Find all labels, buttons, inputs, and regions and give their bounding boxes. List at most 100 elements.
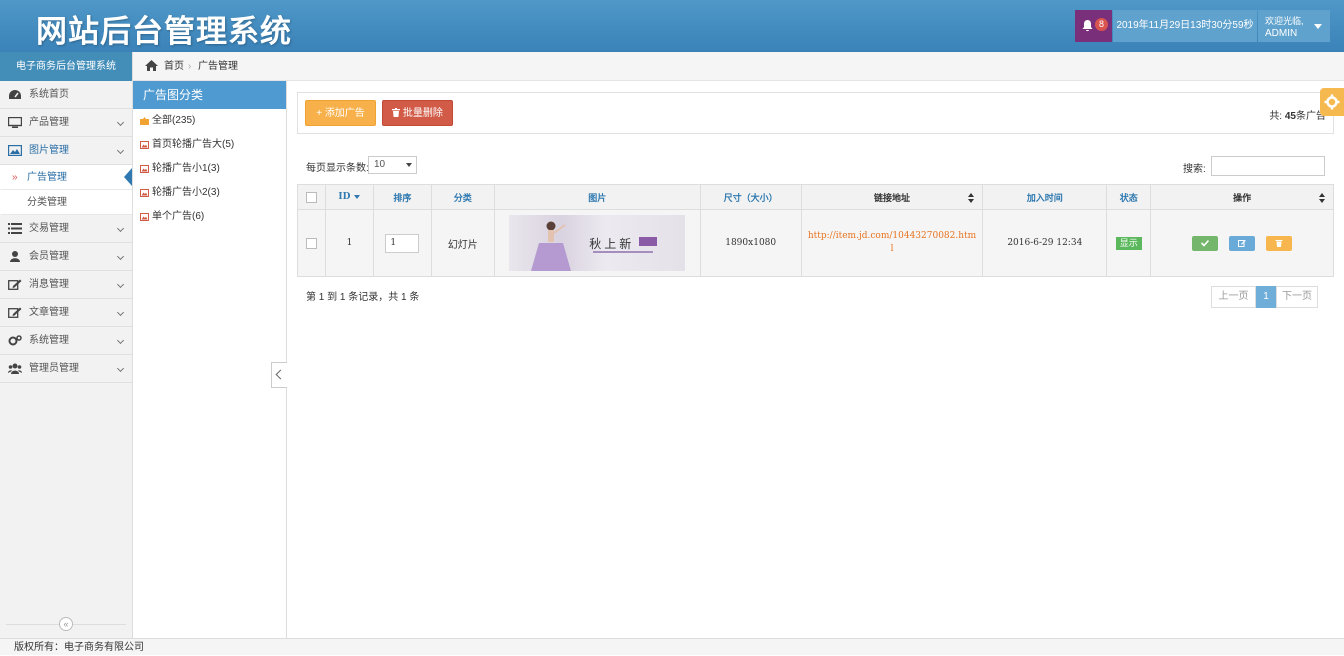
column-header-status: 状态 (1106, 184, 1152, 210)
category-item-label: 全部(235) (152, 115, 196, 126)
sidebar-item-messages[interactable]: 消息管理 (0, 271, 132, 299)
breadcrumb-home-link[interactable]: 首页 (164, 52, 184, 81)
cell-order: 1 (372, 209, 432, 277)
sidebar-item-label: 会员管理 (29, 251, 69, 262)
status-badge: 显示 (1115, 236, 1142, 250)
column-header-category: 分类 (430, 184, 495, 210)
check-icon (1201, 239, 1210, 247)
cell-actions (1150, 209, 1334, 277)
batch-delete-button[interactable]: 批量删除 (382, 100, 453, 126)
cell-status: 显示 (1106, 209, 1152, 277)
sidebar-subitem-category-management[interactable]: 分类管理 (0, 190, 132, 215)
plus-icon: + (316, 108, 325, 119)
chevron-left-icon (275, 369, 286, 380)
notification-button[interactable]: 8 (1075, 10, 1112, 42)
ad-link[interactable]: http://item.jd.com/10443270082.html (802, 230, 983, 256)
dashboard-icon (9, 90, 21, 99)
chevron-down-icon (116, 118, 125, 127)
user-menu[interactable]: 欢迎光临, ADMIN (1258, 10, 1330, 42)
category-panel-toggle[interactable] (271, 362, 287, 388)
folder-icon (140, 117, 149, 125)
prev-page-button[interactable]: 上一页 (1211, 286, 1256, 308)
cell-added: 2016-6-29 12:34 (982, 209, 1108, 277)
ad-thumbnail[interactable]: 秋上新 (509, 215, 686, 271)
page-length-value: 10 (374, 159, 386, 170)
enable-button[interactable] (1192, 235, 1219, 251)
home-icon[interactable] (145, 60, 158, 71)
picture-icon (140, 213, 149, 221)
site-title: 网站后台管理系统 (36, 14, 292, 50)
total-count: 共: 45条广告 (1269, 107, 1326, 122)
list-icon (8, 223, 22, 234)
column-header-added: 加入时间 (982, 184, 1108, 210)
add-ad-button[interactable]: + 添加广告 (305, 100, 376, 126)
sidebar-item-transactions[interactable]: 交易管理 (0, 215, 132, 243)
column-header-id[interactable]: ID (324, 184, 374, 210)
sidebar-item-articles[interactable]: 文章管理 (0, 299, 132, 327)
sidebar-item-system[interactable]: 系统管理 (0, 327, 132, 355)
chevron-down-icon (116, 336, 125, 345)
column-header-label: 图片 (588, 193, 607, 204)
settings-button[interactable] (1320, 88, 1344, 116)
column-header-label: 排序 (393, 193, 412, 204)
total-number: 45 (1284, 111, 1296, 122)
toolbar: + 添加广告 批量删除 共: 45条广告 (297, 92, 1334, 134)
sidebar-item-pictures[interactable]: 图片管理 (0, 137, 132, 165)
page-length-label: 每页显示条数: (306, 163, 369, 174)
page-button-current[interactable]: 1 (1256, 286, 1276, 308)
sidebar-item-admins[interactable]: 管理员管理 (0, 355, 132, 383)
sidebar-collapse-button[interactable]: « (59, 617, 73, 631)
column-header-link[interactable]: 链接地址 (800, 184, 984, 210)
category-item[interactable]: 单个广告(6) (133, 205, 286, 229)
angle-right-icon: » (12, 172, 18, 183)
sidebar-item-members[interactable]: 会员管理 (0, 243, 132, 271)
select-all-checkbox[interactable] (305, 191, 317, 203)
sidebar-title: 电子商务后台管理系统 (0, 52, 132, 81)
edit-icon (1238, 239, 1246, 247)
next-page-button[interactable]: 下一页 (1276, 286, 1318, 308)
sort-desc-icon (354, 194, 361, 199)
category-item-all[interactable]: 全部(235) (133, 109, 286, 133)
total-prefix: 共: (1269, 111, 1283, 122)
edit-icon (8, 307, 22, 318)
chevron-down-icon (116, 146, 125, 155)
chevron-down-icon (116, 280, 125, 289)
table-header-row: ID 排序 分类 图片 尺寸（大小） 链接地址 加入时间 状态 操作 (297, 184, 1334, 210)
ad-thumbnail-tag (639, 237, 658, 246)
delete-button[interactable] (1265, 235, 1292, 251)
column-header-label: 分类 (453, 193, 472, 204)
add-ad-label: 添加广告 (324, 108, 365, 119)
breadcrumb-current: 广告管理 (198, 61, 238, 72)
username: ADMIN (1265, 28, 1298, 39)
ad-thumbnail-stripe (593, 251, 654, 253)
sidebar-item-label: 产品管理 (29, 117, 69, 128)
edit-button[interactable] (1229, 235, 1256, 251)
sidebar-item-home[interactable]: 系统首页 (0, 81, 132, 109)
category-item[interactable]: 轮播广告小1(3) (133, 157, 286, 181)
sidebar-item-products[interactable]: 产品管理 (0, 109, 132, 137)
gear-icon (1324, 94, 1340, 110)
caret-down-icon (1314, 24, 1322, 29)
select-all-header (297, 184, 326, 210)
cell-image: 秋上新 (493, 209, 701, 277)
sidebar-subitem-ad-management[interactable]: » 广告管理 (0, 165, 132, 190)
sort-icon (1319, 193, 1325, 203)
row-checkbox[interactable] (305, 237, 317, 249)
caret-down-icon (406, 163, 412, 167)
search-input[interactable] (1211, 156, 1325, 176)
order-input[interactable]: 1 (385, 233, 420, 253)
welcome-text: 欢迎光临, (1265, 16, 1304, 26)
column-header-actions[interactable]: 操作 (1150, 184, 1334, 210)
category-item[interactable]: 轮播广告小2(3) (133, 181, 286, 205)
edit-icon (8, 279, 22, 290)
cell-link: http://item.jd.com/10443270082.html (800, 209, 984, 277)
sidebar-subitem-label: 分类管理 (27, 197, 67, 208)
column-header-label: ID (338, 192, 351, 202)
model-figure (531, 221, 572, 271)
trash-icon (1275, 239, 1283, 247)
notification-badge: 8 (1095, 18, 1108, 31)
category-item[interactable]: 首页轮播广告大(5) (133, 133, 286, 157)
page-length-select[interactable]: 10 (368, 156, 417, 174)
picture-icon (140, 141, 149, 149)
column-header-label: 状态 (1119, 193, 1138, 204)
